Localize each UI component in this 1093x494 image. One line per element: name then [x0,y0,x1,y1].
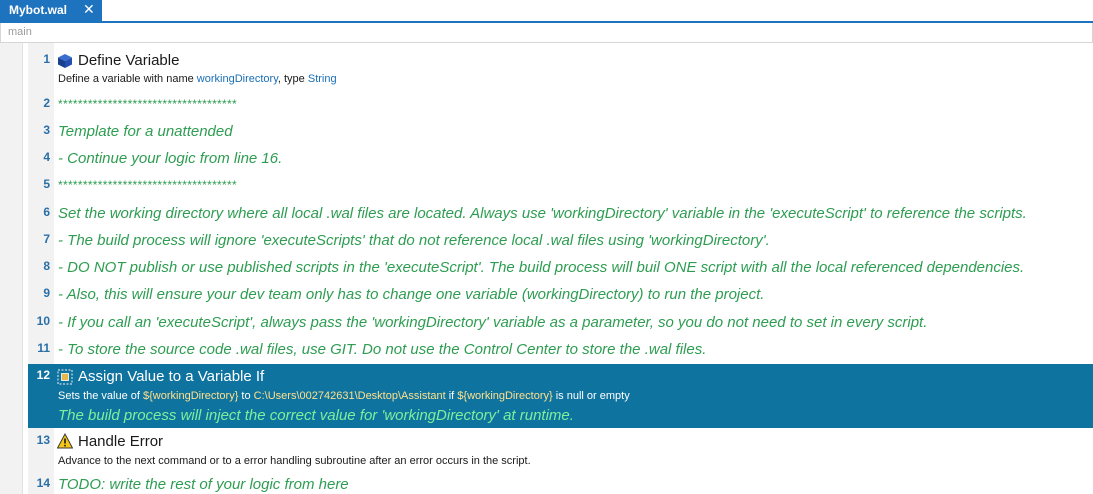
comment-text: Template for a unattended [58,123,233,140]
assign-variable-icon [57,369,73,385]
script-line-6[interactable]: 6 Set the working directory where all lo… [28,202,1093,226]
command-comment: The build process will inject the correc… [58,407,574,424]
script-line-11[interactable]: 11 - To store the source code .wal files… [28,338,1093,362]
script-line-3[interactable]: 3 Template for a unattended [28,120,1093,144]
script-line-7[interactable]: 7 - The build process will ignore 'execu… [28,229,1093,253]
command-description: Sets the value of ${workingDirectory} to… [58,390,630,402]
comment-text: ************************************ [58,97,237,111]
script-line-1[interactable]: 1 Define Variable Define a variable with… [28,50,1093,90]
comment-text: - The build process will ignore 'execute… [58,232,770,249]
comment-text: ************************************ [58,178,237,192]
line-number: 1 [43,52,50,66]
script-line-8[interactable]: 8 - DO NOT publish or use published scri… [28,256,1093,280]
line-number: 10 [36,314,50,328]
breadcrumb-label: main [8,26,32,38]
script-line-13[interactable]: 13 Handle Error Advance to the next comm… [28,431,1093,471]
comment-text: - DO NOT publish or use published script… [58,259,1025,276]
command-title: Define Variable [78,52,180,69]
script-line-9[interactable]: 9 - Also, this will ensure your dev team… [28,283,1093,307]
script-line-2[interactable]: 2 ************************************ [28,93,1093,115]
script-line-4[interactable]: 4 - Continue your logic from line 16. [28,147,1093,171]
close-icon[interactable]: ✕ [83,1,95,18]
line-number: 12 [36,368,50,382]
line-number: 6 [43,205,50,219]
comment-text: - To store the source code .wal files, u… [58,341,707,358]
comment-text: TODO: write the rest of your logic from … [58,476,349,493]
line-number: 7 [43,232,50,246]
comment-text: - If you call an 'executeScript', always… [58,314,928,331]
comment-text: - Continue your logic from line 16. [58,150,283,167]
warning-icon [57,433,73,449]
line-number: 4 [43,150,50,164]
script-line-10[interactable]: 10 - If you call an 'executeScript', alw… [28,311,1093,335]
line-number: 9 [43,286,50,300]
line-number: 8 [43,259,50,273]
command-description: Define a variable with name workingDirec… [58,73,337,85]
command-title: Handle Error [78,433,164,450]
tab-label: Mybot.wal [9,3,68,17]
script-line-14[interactable]: 14 TODO: write the rest of your logic fr… [28,473,1093,494]
comment-text: Set the working directory where all loca… [58,205,1027,222]
command-description: Advance to the next command or to a erro… [58,455,531,467]
comment-text: - Also, this will ensure your dev team o… [58,286,765,303]
script-line-5[interactable]: 5 ************************************ [28,174,1093,196]
line-number: 11 [37,341,50,355]
line-number: 5 [43,177,50,191]
breadcrumb: main [0,23,1093,43]
line-number: 13 [36,433,50,447]
tab-mybot[interactable]: Mybot.wal ✕ [0,0,102,21]
line-number: 2 [43,96,50,110]
gutter-margin [0,43,23,494]
script-line-12[interactable]: 12 Assign Value to a Variable If Sets th… [28,364,1093,428]
command-title: Assign Value to a Variable If [78,368,265,385]
line-number: 3 [43,123,50,137]
cube-icon [58,54,72,68]
tab-bar: Mybot.wal ✕ [0,0,1093,23]
line-number: 14 [36,476,50,490]
